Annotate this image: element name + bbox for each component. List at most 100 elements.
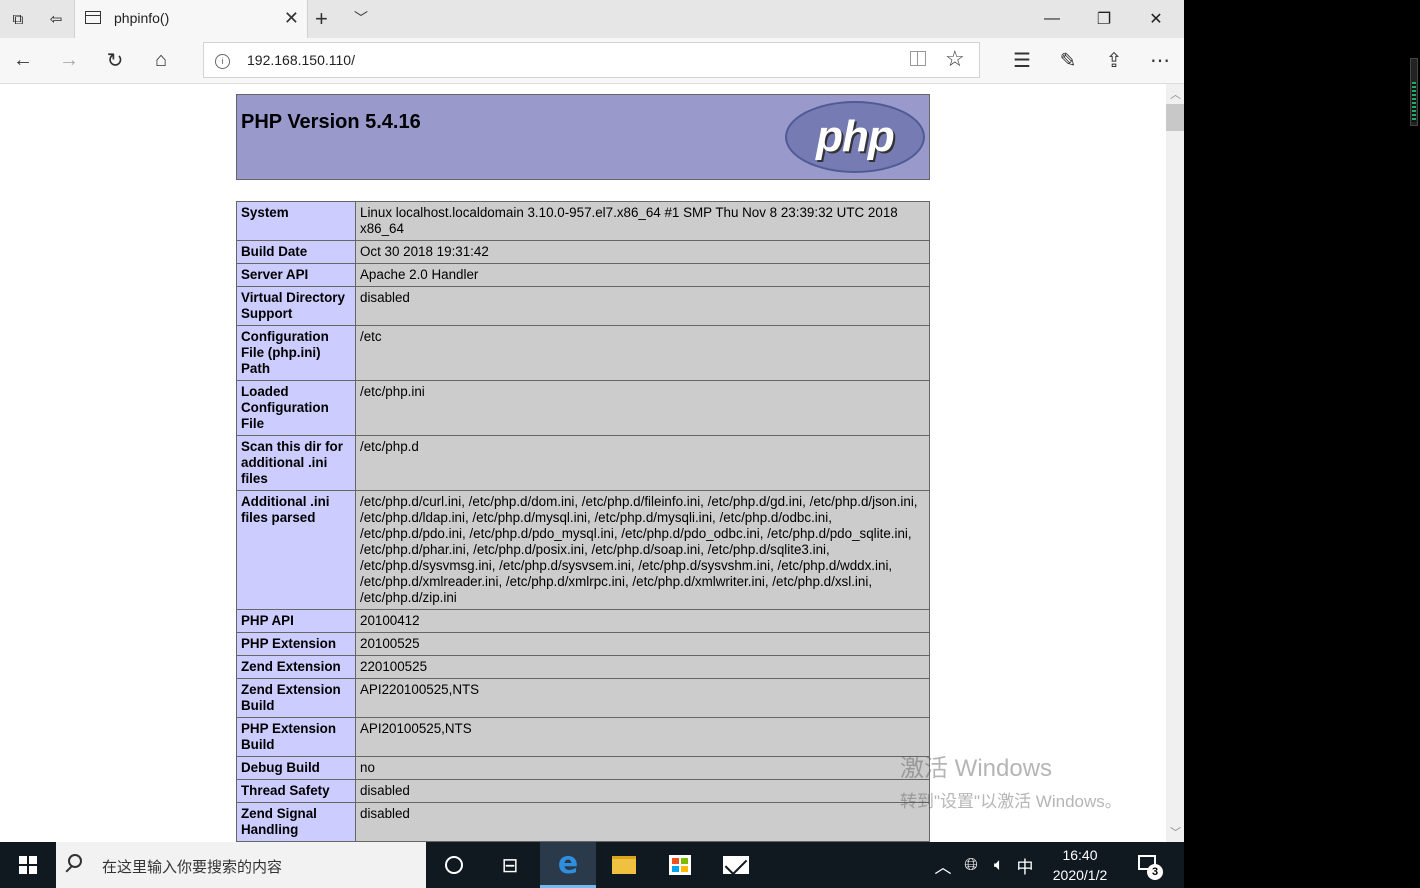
windows-logo-icon [19, 856, 37, 874]
table-row: Virtual Directory Support disabled [236, 286, 930, 326]
row-key: Server API [236, 263, 356, 287]
mail-button[interactable] [708, 842, 764, 888]
row-value: 20100412 [355, 609, 930, 633]
store-button[interactable] [652, 842, 708, 888]
row-key: Zend Extension Build [236, 678, 356, 718]
scroll-thumb[interactable] [1166, 104, 1184, 131]
scroll-up-icon[interactable]: ︿ [1170, 86, 1181, 102]
clock-time: 16:40 [1062, 847, 1098, 863]
search-placeholder: 在这里输入你要搜索的内容 [102, 859, 283, 876]
row-value: 20100525 [355, 632, 930, 656]
table-row: Server API Apache 2.0 Handler [236, 263, 930, 287]
edge-taskbar-button[interactable]: e [540, 842, 596, 888]
table-row: Debug Build no [236, 756, 930, 780]
set-tabs-aside-icon[interactable]: ⇦ [38, 0, 74, 38]
forward-button[interactable]: → [46, 38, 92, 82]
navigation-bar: ← → ↻ ⌂ i 192.168.150.110/ ☆ ☰ ✎ ⇪ ⋯ [0, 38, 1184, 84]
more-icon[interactable]: ⋯ [1137, 38, 1183, 82]
ime-indicator[interactable]: 中 [1012, 842, 1038, 888]
row-key: Zend Extension [236, 655, 356, 679]
new-tab-button[interactable]: + [315, 6, 328, 32]
close-tab-icon[interactable]: ✕ [284, 8, 299, 28]
scrollbar[interactable]: ︿ ﹀ [1166, 84, 1184, 842]
refresh-button[interactable]: ↻ [92, 38, 138, 82]
pen-icon[interactable]: ✎ [1045, 38, 1091, 82]
table-row: Zend Signal Handling disabled [236, 802, 930, 842]
table-row: Scan this dir for additional .ini files /… [236, 435, 930, 491]
favorite-star-icon[interactable]: ☆ [945, 46, 965, 72]
row-value: API20100525,NTS [355, 717, 930, 757]
row-key: Scan this dir for additional .ini files [236, 435, 356, 491]
php-header: PHP Version 5.4.16 php [236, 94, 930, 180]
page-icon [85, 11, 101, 24]
php-logo-text: php [816, 112, 895, 161]
row-value: /etc [355, 325, 930, 381]
row-key: System [236, 201, 356, 241]
search-icon [68, 854, 82, 868]
reading-view-icon[interactable] [910, 51, 926, 66]
row-value: /etc/php.d/curl.ini, /etc/php.d/dom.ini,… [355, 490, 930, 610]
minimize-button[interactable]: — [1026, 0, 1078, 38]
cortana-button[interactable] [426, 842, 482, 888]
chevron-down-icon[interactable]: ﹀ [354, 8, 368, 28]
page-content: PHP Version 5.4.16 php System Linux local… [0, 84, 1166, 842]
row-value: Linux localhost.localdomain 3.10.0-957.e… [355, 201, 930, 241]
row-key: Virtual Directory Support [236, 286, 356, 326]
store-icon [669, 855, 691, 875]
tab-title: phpinfo() [114, 10, 170, 26]
tab-bar: ⧉ ⇦ phpinfo() ✕ + ﹀ — ❐ ✕ [0, 0, 1184, 38]
notification-badge: 3 [1147, 864, 1163, 880]
info-icon[interactable]: i [215, 54, 230, 69]
tray-chevron-icon[interactable]: ︿ [932, 842, 954, 888]
table-row: Zend Extension 220100525 [236, 655, 930, 679]
row-key: Build Date [236, 240, 356, 264]
url-text[interactable]: 192.168.150.110/ [247, 52, 355, 68]
start-button[interactable] [0, 842, 56, 888]
edge-icon: e [557, 846, 579, 881]
php-logo[interactable]: php [785, 101, 925, 173]
taskbar: 在这里输入你要搜索的内容 ⊟ e ︿ 🌐︎ 🔈︎ 中 16:40 2020/1/… [0, 842, 1184, 888]
row-value: disabled [355, 779, 930, 803]
restore-button[interactable]: ❐ [1078, 0, 1130, 38]
task-view-icon: ⊟ [501, 854, 519, 877]
row-key: Thread Safety [236, 779, 356, 803]
row-key: Zend Signal Handling [236, 802, 356, 842]
tab-actions-icon[interactable]: ⧉ [0, 0, 36, 38]
clock-date: 2020/1/2 [1052, 867, 1108, 883]
table-row: PHP Extension Build API20100525,NTS [236, 717, 930, 757]
home-button[interactable]: ⌂ [138, 38, 184, 82]
row-value: Oct 30 2018 19:31:42 [355, 240, 930, 264]
info-table: System Linux localhost.localdomain 3.10.0… [236, 201, 930, 842]
task-view-button[interactable]: ⊟ [482, 842, 538, 888]
audio-meter [1410, 58, 1418, 126]
network-icon[interactable]: 🌐︎ [958, 842, 984, 888]
folder-icon [612, 856, 636, 874]
table-row: Zend Extension Build API220100525,NTS [236, 678, 930, 718]
clock[interactable]: 16:40 2020/1/2 [1042, 845, 1118, 885]
mail-icon [723, 856, 749, 874]
scroll-down-icon[interactable]: ﹀ [1170, 824, 1181, 840]
tab-phpinfo[interactable]: phpinfo() ✕ [74, 0, 308, 38]
table-row: Build Date Oct 30 2018 19:31:42 [236, 240, 930, 264]
row-value: /etc/php.ini [355, 380, 930, 436]
row-value: API220100525,NTS [355, 678, 930, 718]
address-bar[interactable]: i 192.168.150.110/ ☆ [203, 42, 980, 78]
share-icon[interactable]: ⇪ [1091, 38, 1137, 82]
taskbar-search[interactable]: 在这里输入你要搜索的内容 [56, 842, 426, 888]
table-row: System Linux localhost.localdomain 3.10.0… [236, 201, 930, 241]
row-key: PHP Extension [236, 632, 356, 656]
mouse-cursor-icon [0, 256, 10, 276]
close-window-button[interactable]: ✕ [1130, 0, 1182, 38]
row-key: PHP API [236, 609, 356, 633]
file-explorer-button[interactable] [596, 842, 652, 888]
row-value: /etc/php.d [355, 435, 930, 491]
row-value: disabled [355, 802, 930, 842]
desktop-background [1184, 0, 1420, 888]
volume-icon[interactable]: 🔈︎ [986, 842, 1012, 888]
browser-window: ⧉ ⇦ phpinfo() ✕ + ﹀ — ❐ ✕ ← → ↻ ⌂ i 192.… [0, 0, 1184, 842]
audio-level-bar [1412, 82, 1416, 122]
table-row: Thread Safety disabled [236, 779, 930, 803]
row-value: Apache 2.0 Handler [355, 263, 930, 287]
back-button[interactable]: ← [0, 38, 46, 82]
favorites-list-icon[interactable]: ☰ [999, 38, 1045, 82]
